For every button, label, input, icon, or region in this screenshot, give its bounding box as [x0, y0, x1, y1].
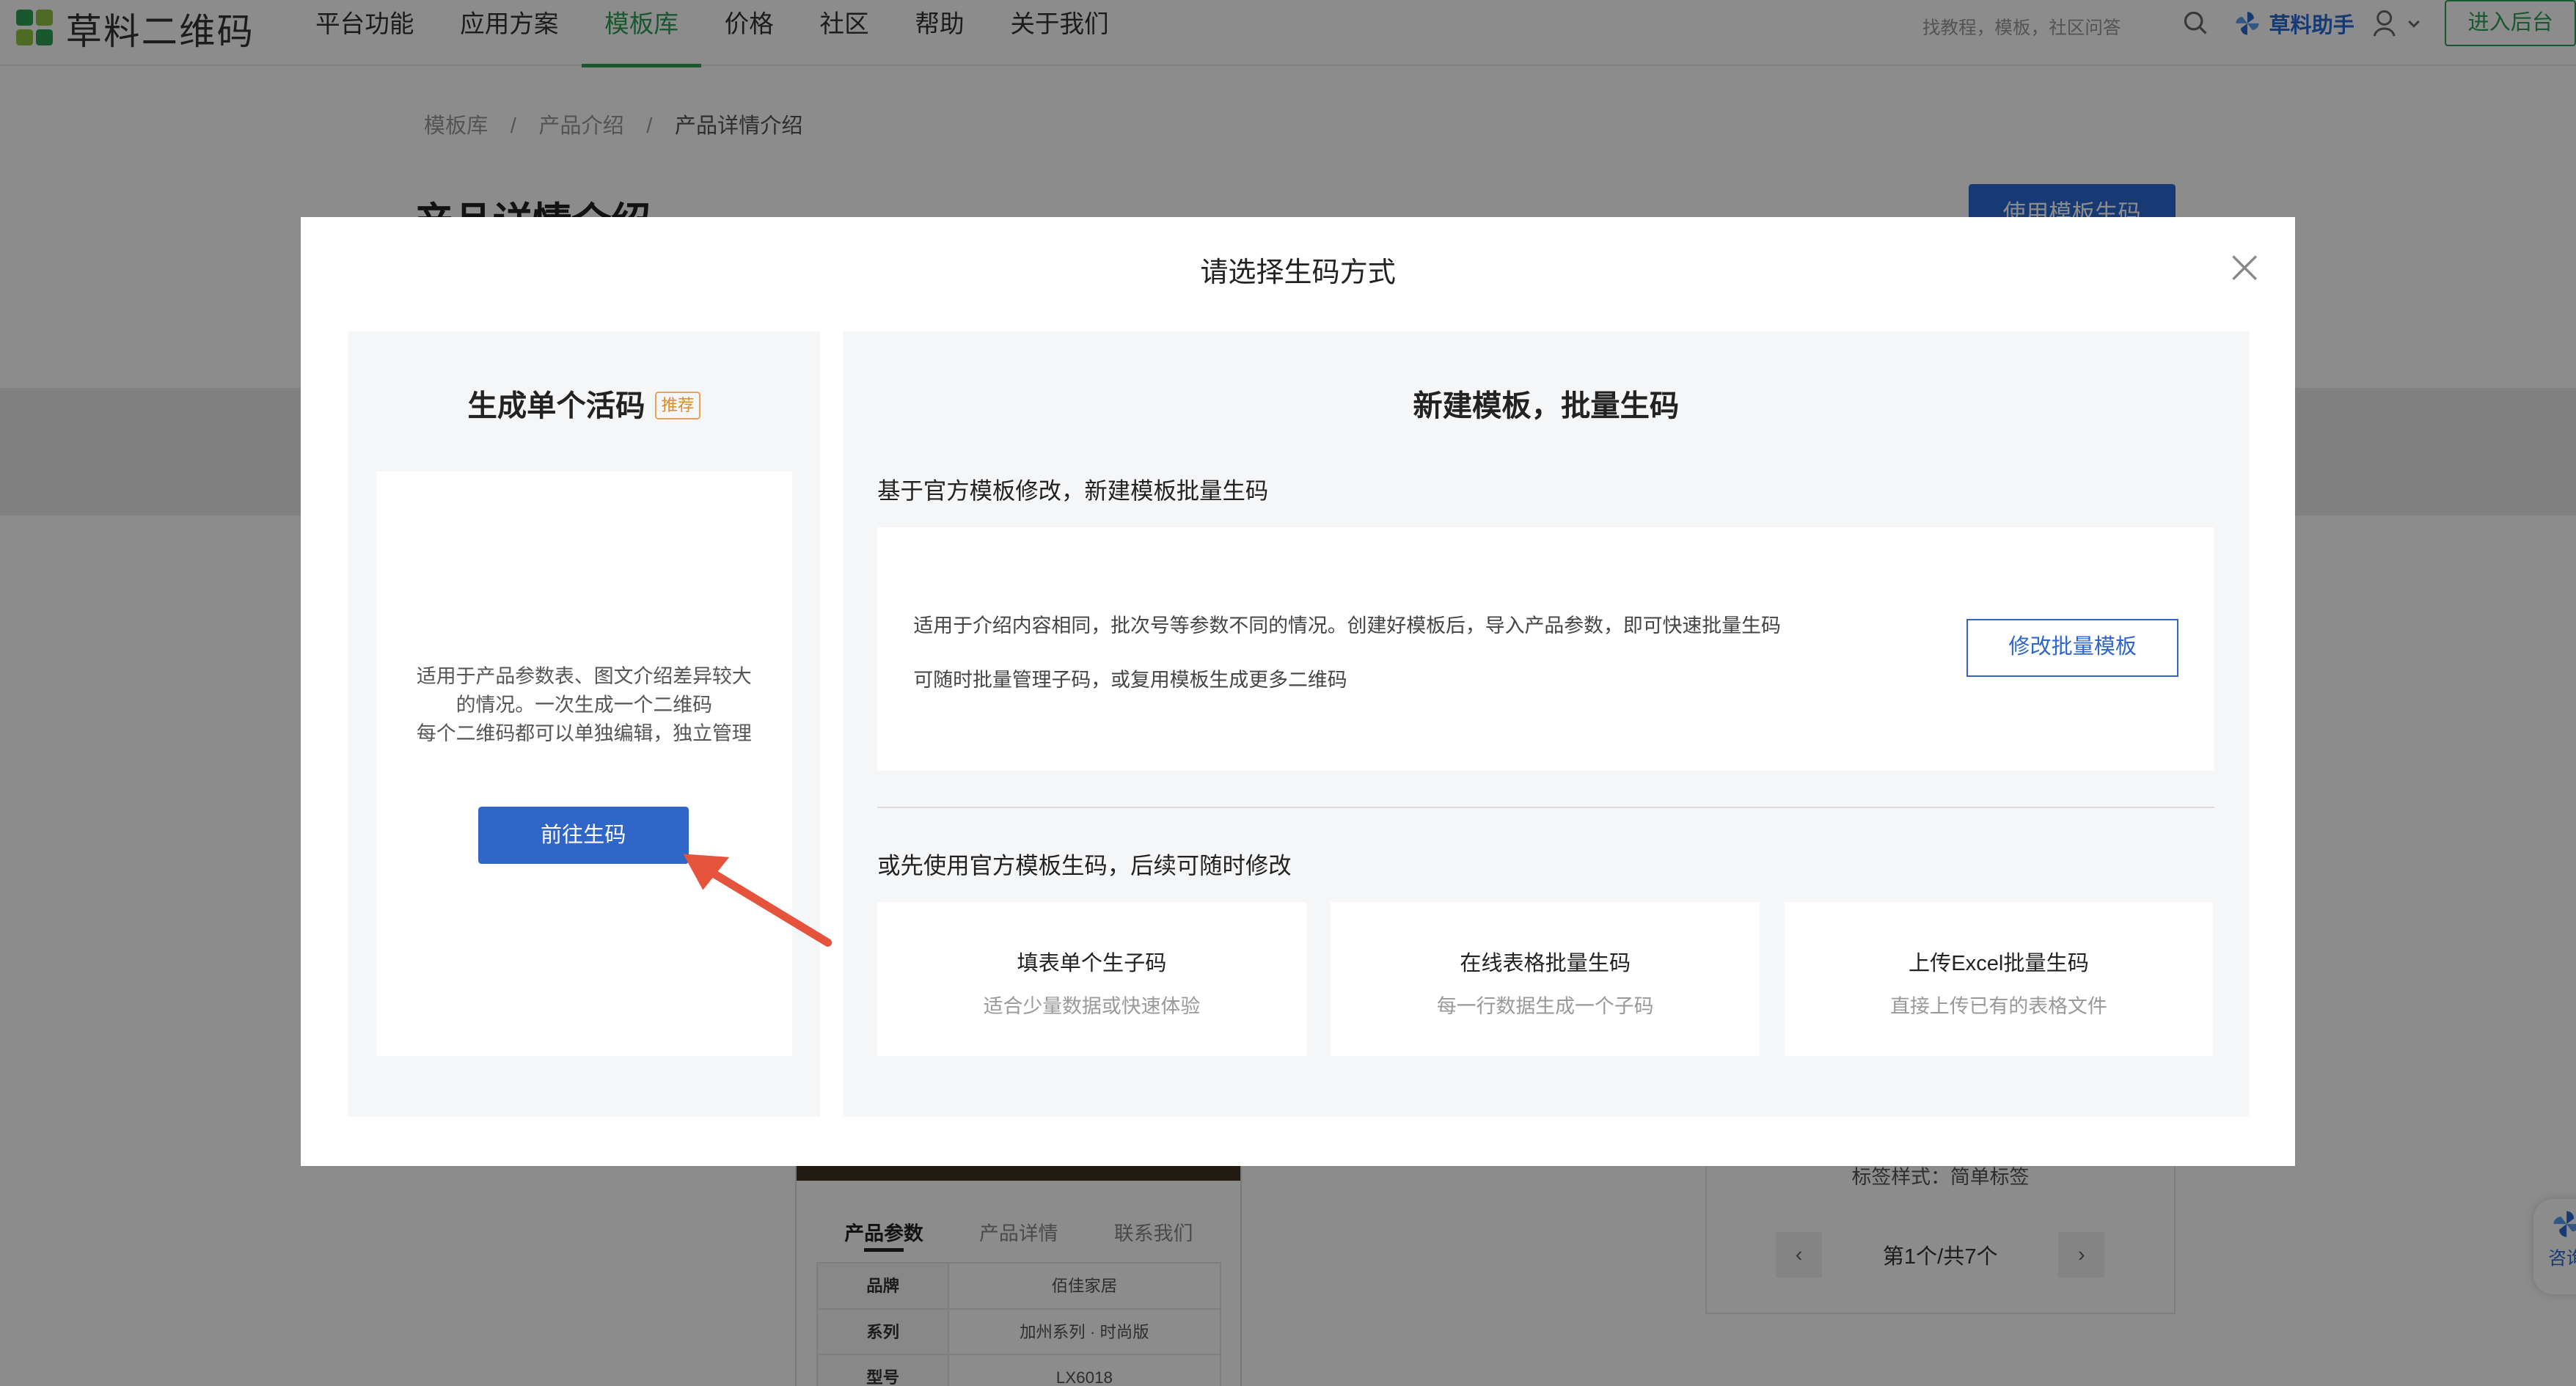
option-description: 直接上传已有的表格文件	[1890, 995, 2107, 1018]
batch-description-line: 适用于介绍内容相同，批次号等参数不同的情况。创建好模板后，导入产品参数，即可快速…	[913, 615, 1781, 637]
option-fill-form[interactable]: 填表单个生子码 适合少量数据或快速体验	[877, 901, 1306, 1057]
annotation-arrow-icon	[683, 854, 833, 947]
close-icon[interactable]	[2230, 253, 2259, 282]
single-code-title: 生成单个活码 推荐	[348, 381, 820, 425]
batch-description-line: 可随时批量管理子码，或复用模板生成更多二维码	[913, 668, 1347, 691]
batch-template-title: 新建模板，批量生码	[1413, 388, 1680, 422]
go-generate-button[interactable]: 前往生码	[477, 806, 689, 865]
option-description: 适合少量数据或快速体验	[983, 995, 1201, 1018]
batch-template-panel: 新建模板，批量生码 基于官方模板修改，新建模板批量生码 适用于介绍内容相同，批次…	[843, 331, 2250, 1118]
option-title: 在线表格批量生码	[1460, 952, 1631, 976]
official-template-heading: 或先使用官方模板生码，后续可随时修改	[877, 852, 1292, 879]
viewport: 草料二维码 平台功能 应用方案 模板库 价格 社区 帮助 关于我们 找教程，模板…	[0, 0, 2576, 1386]
single-code-card: 适用于产品参数表、图文介绍差异较大 的情况。一次生成一个二维码 每个二维码都可以…	[376, 471, 792, 1057]
desc-line: 适用于产品参数表、图文介绍差异较大	[416, 664, 752, 687]
option-upload-excel[interactable]: 上传Excel批量生码 直接上传已有的表格文件	[1784, 901, 2214, 1057]
dialog-title: 请选择生码方式	[1200, 257, 1396, 289]
batch-template-card: 适用于介绍内容相同，批次号等参数不同的情况。创建好模板后，导入产品参数，即可快速…	[877, 527, 2215, 771]
batch-section-heading: 基于官方模板修改，新建模板批量生码	[877, 478, 1269, 505]
option-title: 填表单个生子码	[1017, 952, 1167, 976]
option-online-sheet[interactable]: 在线表格批量生码 每一行数据生成一个子码	[1331, 901, 1760, 1057]
single-code-panel: 生成单个活码 推荐 适用于产品参数表、图文介绍差异较大 的情况。一次生成一个二维码…	[348, 331, 820, 1118]
option-description: 每一行数据生成一个子码	[1436, 995, 1654, 1018]
edit-batch-template-button[interactable]: 修改批量模板	[1966, 619, 2179, 677]
divider	[877, 806, 2215, 809]
desc-line: 每个二维码都可以单独编辑，独立管理	[416, 722, 752, 745]
single-code-title-text: 生成单个活码	[467, 388, 645, 422]
single-code-description: 适用于产品参数表、图文介绍差异较大 的情况。一次生成一个二维码 每个二维码都可以…	[376, 662, 792, 749]
recommend-badge: 推荐	[654, 391, 701, 419]
generate-method-dialog: 请选择生码方式 生成单个活码 推荐 适用于产品参数表、图文介绍差异较大 的情况。一…	[300, 216, 2296, 1167]
desc-line: 的情况。一次生成一个二维码	[455, 693, 712, 716]
option-title: 上传Excel批量生码	[1909, 952, 2089, 976]
